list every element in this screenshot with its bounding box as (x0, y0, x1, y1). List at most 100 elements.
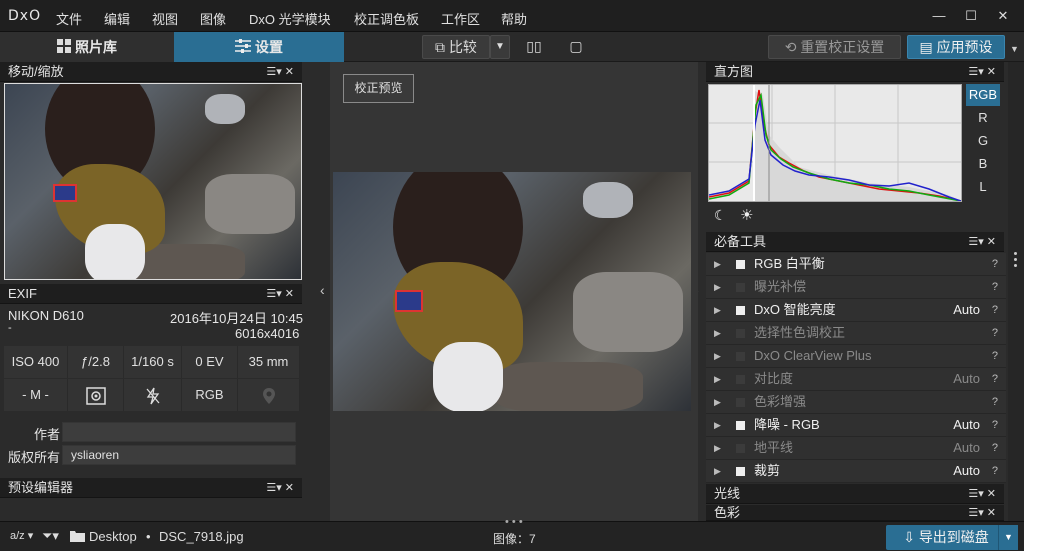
tool-row[interactable]: ▶ RGB 白平衡? (706, 253, 1006, 276)
collapse-left-icon[interactable]: ‹ (320, 282, 325, 298)
expand-arrow-icon[interactable]: ▶ (714, 322, 721, 344)
tab-photo-library[interactable]: 照片库 (0, 32, 174, 62)
navigator-thumbnail[interactable] (4, 83, 302, 280)
expand-arrow-icon[interactable]: ▶ (714, 414, 721, 436)
help-icon[interactable]: ? (992, 437, 998, 459)
exif-mode: - M - (4, 379, 68, 411)
expand-arrow-icon[interactable]: ▶ (714, 276, 721, 298)
menu-image[interactable]: 图像 (200, 9, 226, 28)
help-icon[interactable]: ? (992, 276, 998, 298)
menu-view[interactable]: 视图 (152, 9, 178, 28)
light-section-header[interactable]: 光线 ☰▾ ✕ (706, 484, 1004, 504)
help-icon[interactable]: ? (992, 391, 998, 413)
moon-icon[interactable]: ☾ (714, 207, 727, 224)
panel-menu-close-icon[interactable]: ☰▾ ✕ (968, 484, 996, 504)
expand-arrow-icon[interactable]: ▶ (714, 253, 721, 275)
compare-button[interactable]: ⧉ 比较 (422, 35, 490, 59)
help-icon[interactable]: ? (992, 414, 998, 436)
reset-corrections-button[interactable]: ⟲ 重置校正设置 (768, 35, 901, 59)
tool-toggle[interactable] (736, 467, 745, 476)
menu-edit[interactable]: 编辑 (104, 9, 130, 28)
sun-icon[interactable]: ☀ (740, 206, 753, 224)
fullscreen-button[interactable]: ▢ (562, 35, 590, 59)
expand-arrow-icon[interactable]: ▶ (714, 437, 721, 459)
filmstrip-handle-icon[interactable]: • • • (505, 516, 523, 528)
tab-customize-label: 设置 (255, 39, 283, 55)
channel-g[interactable]: G (966, 130, 1000, 152)
tool-row[interactable]: ▶ 降噪 - RGB Auto? (706, 414, 1006, 437)
tab-customize[interactable]: 设置 (174, 32, 344, 62)
tool-row[interactable]: ▶ 曝光补偿? (706, 276, 1006, 299)
tool-row[interactable]: ▶ 选择性色调校正? (706, 322, 1006, 345)
right-scrollbar[interactable] (1008, 62, 1024, 521)
help-icon[interactable]: ? (992, 345, 998, 367)
toolbar-overflow-icon[interactable]: ▼ (1010, 44, 1019, 54)
copyright-label: 版权所有 (8, 450, 61, 465)
tool-toggle[interactable] (736, 306, 745, 315)
help-icon[interactable]: ? (992, 322, 998, 344)
tool-row[interactable]: ▶ 地平线 Auto? (706, 437, 1006, 460)
expand-arrow-icon[interactable]: ▶ (714, 391, 721, 413)
filter-icon[interactable]: ⏷▾ (42, 528, 59, 544)
main-image[interactable] (333, 172, 691, 411)
copyright-field[interactable]: ysliaoren (62, 445, 296, 465)
tool-toggle[interactable] (736, 398, 745, 407)
breadcrumb-file[interactable]: DSC_7918.jpg (159, 529, 244, 544)
tool-toggle[interactable] (736, 421, 745, 430)
tool-toggle[interactable] (736, 352, 745, 361)
menu-optics-modules[interactable]: DxO 光学模块 (249, 9, 331, 28)
tool-toggle[interactable] (736, 329, 745, 338)
help-icon[interactable]: ? (992, 368, 998, 390)
help-icon[interactable]: ? (992, 460, 998, 482)
preset-editor-header[interactable]: 预设编辑器 ☰▾ ✕ (0, 478, 302, 498)
expand-arrow-icon[interactable]: ▶ (714, 299, 721, 321)
tool-row[interactable]: ▶ 对比度 Auto? (706, 368, 1006, 391)
histogram-header: 直方图 ☰▾ ✕ (706, 62, 1004, 82)
help-icon[interactable]: ? (992, 299, 998, 321)
channel-b[interactable]: B (966, 153, 1000, 175)
tool-toggle[interactable] (736, 444, 745, 453)
menu-help[interactable]: 帮助 (501, 9, 527, 28)
correction-preview-button[interactable]: 校正预览 (343, 74, 414, 103)
compare-dropdown[interactable]: ▼ (490, 35, 510, 59)
breadcrumb-folder[interactable]: Desktop (89, 529, 137, 544)
menu-workspace[interactable]: 工作区 (441, 9, 480, 28)
tool-row[interactable]: ▶ 裁剪 Auto? (706, 460, 1006, 483)
tool-row[interactable]: ▶ DxO 智能亮度 Auto? (706, 299, 1006, 322)
channel-l[interactable]: L (966, 176, 1000, 198)
tool-toggle[interactable] (736, 260, 745, 269)
panel-menu-close-icon[interactable]: ☰▾ ✕ (968, 62, 996, 82)
minimize-button[interactable]: — (926, 6, 952, 26)
tool-row[interactable]: ▶ DxO ClearView Plus? (706, 345, 1006, 368)
tool-toggle[interactable] (736, 375, 745, 384)
export-dropdown[interactable]: ▼ (998, 525, 1018, 550)
channel-r[interactable]: R (966, 107, 1000, 129)
panel-menu-close-icon[interactable]: ☰▾ ✕ (968, 232, 996, 252)
author-label: 作者 (34, 427, 61, 442)
grid-icon (57, 33, 71, 63)
expand-arrow-icon[interactable]: ▶ (714, 345, 721, 367)
panel-menu-close-icon[interactable]: ☰▾ ✕ (266, 62, 294, 82)
split-view-button[interactable]: ▯▯ (520, 35, 548, 59)
panel-menu-close-icon[interactable]: ☰▾ ✕ (266, 284, 294, 304)
tool-toggle[interactable] (736, 283, 745, 292)
maximize-button[interactable]: ☐ (958, 6, 984, 26)
menu-file[interactable]: 文件 (56, 9, 82, 28)
menu-correction-palettes[interactable]: 校正调色板 (354, 9, 419, 28)
expand-arrow-icon[interactable]: ▶ (714, 460, 721, 482)
sort-button[interactable]: a/z ▾ (10, 529, 33, 542)
tool-label: DxO ClearView Plus (754, 348, 872, 363)
help-icon[interactable]: ? (992, 253, 998, 275)
channel-rgb[interactable]: RGB (966, 84, 1000, 106)
apply-preset-button[interactable]: ▤ 应用预设 (907, 35, 1005, 59)
panel-menu-close-icon[interactable]: ☰▾ ✕ (266, 478, 294, 498)
expand-arrow-icon[interactable]: ▶ (714, 368, 721, 390)
color-section-header[interactable]: 色彩 ☰▾ ✕ (706, 505, 1004, 521)
close-window-button[interactable]: ✕ (990, 6, 1016, 26)
author-field[interactable] (62, 422, 296, 442)
export-label: 导出到磁盘 (918, 529, 989, 545)
panel-menu-close-icon[interactable]: ☰▾ ✕ (968, 505, 996, 521)
tool-row[interactable]: ▶ 色彩增强? (706, 391, 1006, 414)
sliders-icon (235, 33, 251, 63)
export-to-disk-button[interactable]: ⇩ 导出到磁盘 (886, 525, 1006, 550)
